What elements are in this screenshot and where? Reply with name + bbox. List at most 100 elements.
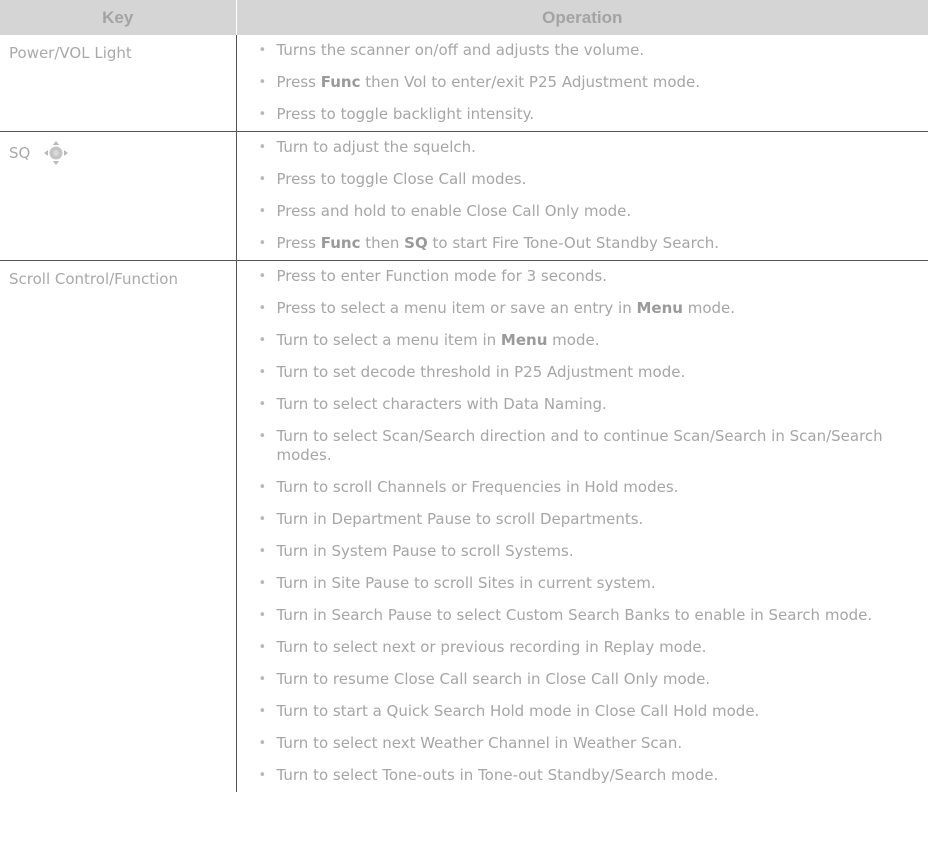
table-row: SQ • Turn to adjust the squelch. • Press to …: [0, 131, 928, 261]
key-label: Power/VOL Light: [9, 44, 132, 62]
key-cell-content: Scroll Control/Function: [9, 270, 236, 288]
operation-item: • Turn to select a menu item in Menu mode…: [237, 325, 928, 357]
operation-text: then Vol to enter/exit P25 Adjustment mo…: [360, 73, 701, 91]
operation-item: • Turns the scanner on/off and adjusts th…: [237, 35, 928, 67]
operation-text: Turn in Search Pause to select Custom Se…: [276, 606, 873, 624]
squelch-knob-icon: [44, 141, 69, 165]
emphasized-term: Func: [320, 234, 361, 252]
bullet-icon: •: [258, 333, 267, 348]
operation-item: • Turn to select Scan/Search direction an…: [237, 421, 928, 472]
bullet-icon: •: [258, 672, 267, 687]
operation-cell: • Turn to adjust the squelch. • Press to to…: [236, 131, 928, 261]
bullet-icon: •: [258, 608, 267, 623]
emphasized-term: Func: [320, 73, 361, 91]
operation-text: mode.: [547, 331, 600, 349]
operation-text: Press to enter Function mode for 3 secon…: [276, 267, 608, 285]
operation-item: • Press to toggle backlight intensity.: [237, 99, 928, 131]
operation-item: • Turn in Site Pause to scroll Sites in c…: [237, 568, 928, 600]
operation-item: • Turn to select Tone-outs in Tone-out St…: [237, 760, 928, 792]
operation-text: Turn to set decode threshold in P25 Adju…: [276, 363, 686, 381]
operation-text: Turn to select next Weather Channel in W…: [276, 734, 683, 752]
operation-item: • Press to toggle Close Call modes.: [237, 164, 928, 196]
operation-item: • Press Func then Vol to enter/exit P25 A…: [237, 67, 928, 99]
operation-item: • Press to enter Function mode for 3 seco…: [237, 261, 928, 293]
operation-text: Turn to select Tone-outs in Tone-out Sta…: [276, 766, 719, 784]
bullet-icon: •: [258, 544, 267, 559]
operation-text: mode.: [682, 299, 736, 317]
bullet-icon: •: [258, 640, 267, 655]
operation-text: Turns the scanner on/off and adjusts the…: [276, 41, 645, 59]
operation-item: • Turn to start a Quick Search Hold mode …: [237, 696, 928, 728]
operation-text: Turn in Department Pause to scroll Depar…: [276, 510, 644, 528]
bullet-icon: •: [258, 204, 267, 219]
bullet-icon: •: [258, 365, 267, 380]
operation-text: to start Fire Tone-Out Standby Search.: [427, 234, 719, 252]
bullet-icon: •: [258, 301, 267, 316]
bullet-icon: •: [258, 480, 267, 495]
operation-list: • Turn to adjust the squelch. • Press to to…: [237, 132, 928, 260]
key-label: SQ: [9, 144, 31, 162]
operation-text: Turn to scroll Channels or Frequencies i…: [276, 478, 679, 496]
emphasized-term: Menu: [500, 331, 548, 349]
operation-item: • Press to select a menu item or save an …: [237, 293, 928, 325]
operation-text: Turn to select characters with Data Nami…: [276, 395, 607, 413]
table-row: Power/VOL Light • Turns the scanner on/off…: [0, 35, 928, 132]
operation-item: • Turn to scroll Channels or Frequencies …: [237, 472, 928, 504]
operation-item: • Press and hold to enable Close Call Onl…: [237, 196, 928, 228]
operation-item: • Turn to adjust the squelch.: [237, 132, 928, 164]
operation-text: Press and hold to enable Close Call Only…: [276, 202, 632, 220]
operation-item: • Turn to resume Close Call search in Clo…: [237, 664, 928, 696]
operation-item: • Turn to select next or previous recordi…: [237, 632, 928, 664]
key-cell: Scroll Control/Function: [0, 260, 237, 792]
operation-column-header: Operation: [236, 0, 928, 35]
table-row: Scroll Control/Function • Press to enter F…: [0, 260, 928, 793]
bullet-icon: •: [258, 172, 267, 187]
operation-text: Press: [276, 234, 321, 252]
operation-item: • Press Func then SQ to start Fire Tone-O…: [237, 228, 928, 260]
key-operation-table: Key Operation Power/VOL Light • Turns the …: [0, 0, 928, 792]
operation-text: Turn to start a Quick Search Hold mode i…: [276, 702, 760, 720]
operation-item: • Turn in Department Pause to scroll Depa…: [237, 504, 928, 536]
bullet-icon: •: [258, 75, 267, 90]
bullet-icon: •: [258, 429, 267, 444]
bullet-icon: •: [258, 107, 267, 122]
emphasized-term: Menu: [636, 299, 683, 317]
key-cell: SQ: [0, 131, 237, 261]
operation-text: Press to select a menu item or save an e…: [276, 299, 637, 317]
operation-text: Turn to resume Close Call search in Clos…: [276, 670, 711, 688]
operation-item: • Turn in Search Pause to select Custom S…: [237, 600, 928, 632]
bullet-icon: •: [258, 140, 267, 155]
operation-cell: • Press to enter Function mode for 3 seco…: [236, 261, 928, 793]
key-cell: Power/VOL Light: [0, 35, 237, 132]
table-header-row: Key Operation: [0, 0, 928, 35]
operation-cell: • Turns the scanner on/off and adjusts th…: [236, 35, 928, 132]
operation-text: Turn to select Scan/Search direction and…: [276, 427, 883, 464]
emphasized-term: SQ: [404, 234, 428, 252]
bullet-icon: •: [258, 43, 267, 58]
bullet-icon: •: [258, 269, 267, 284]
operation-text: then: [360, 234, 405, 252]
key-cell-content: Power/VOL Light: [9, 44, 236, 62]
key-cell-content: SQ: [9, 141, 236, 165]
bullet-icon: •: [258, 768, 267, 783]
operation-text: Turn to select a menu item in: [276, 331, 501, 349]
key-label: Scroll Control/Function: [9, 270, 178, 288]
operation-item: • Turn to select characters with Data Nam…: [237, 389, 928, 421]
operation-text: Press: [276, 73, 321, 91]
table-body: Power/VOL Light • Turns the scanner on/off…: [0, 35, 928, 792]
operation-list: • Press to enter Function mode for 3 seco…: [237, 261, 928, 792]
operation-text: Press to toggle Close Call modes.: [276, 170, 527, 188]
operation-item: • Turn in System Pause to scroll Systems.: [237, 536, 928, 568]
operation-text: Turn to adjust the squelch.: [276, 138, 476, 156]
bullet-icon: •: [258, 576, 267, 591]
bullet-icon: •: [258, 236, 267, 251]
key-operation-document: Key Operation Power/VOL Light • Turns the …: [0, 0, 928, 852]
bullet-icon: •: [258, 512, 267, 527]
bullet-icon: •: [258, 736, 267, 751]
operation-item: • Turn to select next Weather Channel in …: [237, 728, 928, 760]
operation-list: • Turns the scanner on/off and adjusts th…: [237, 35, 928, 131]
operation-text: Turn in System Pause to scroll Systems.: [276, 542, 574, 560]
bullet-icon: •: [258, 397, 267, 412]
operation-text: Turn in Site Pause to scroll Sites in cu…: [276, 574, 656, 592]
operation-item: • Turn to set decode threshold in P25 Adj…: [237, 357, 928, 389]
